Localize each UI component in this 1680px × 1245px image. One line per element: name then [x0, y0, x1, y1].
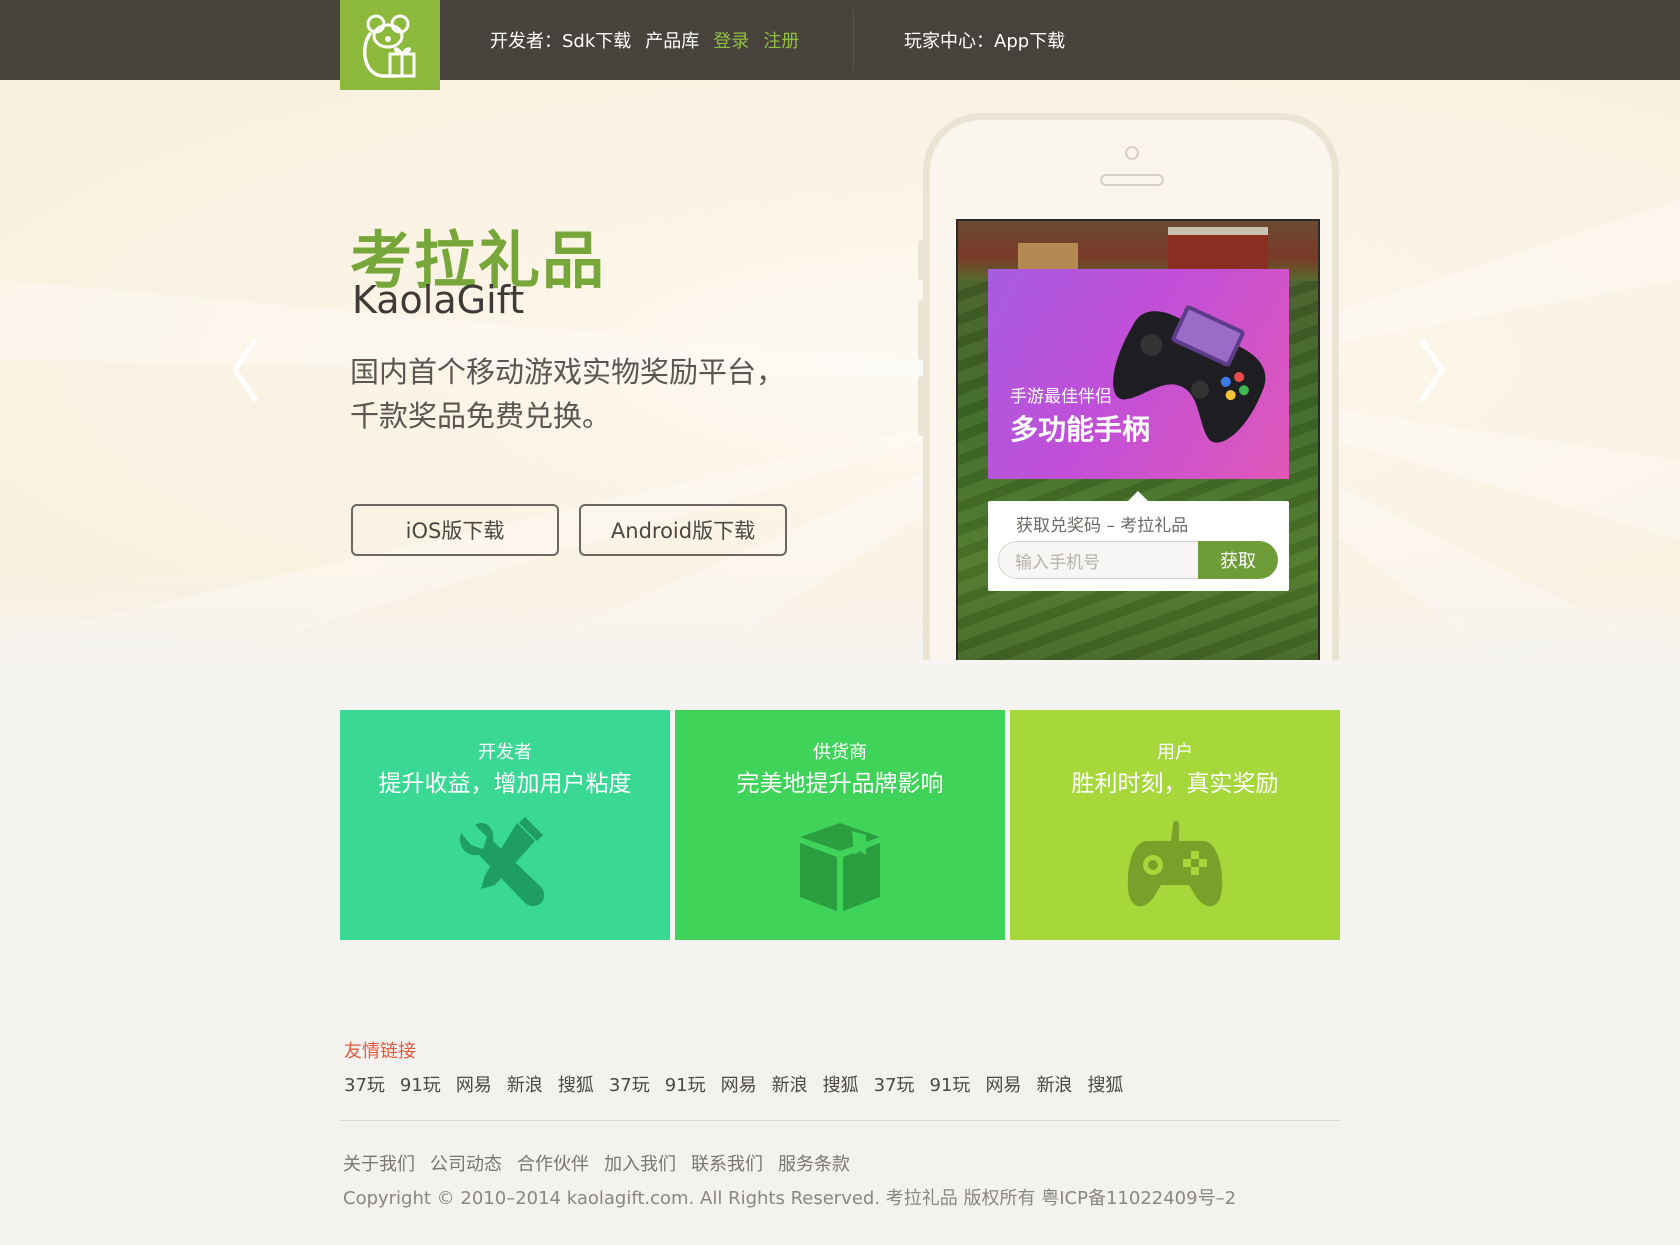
friendly-link[interactable]: 新浪 — [507, 1071, 543, 1097]
promo-banner[interactable]: 手游最佳伴侣 多功能手柄 — [988, 269, 1289, 479]
product-library-link[interactable]: 产品库 — [645, 27, 699, 53]
footer-link-join[interactable]: 加入我们 — [604, 1150, 676, 1176]
friendly-link[interactable]: 网易 — [456, 1071, 492, 1097]
phone-side-button — [918, 300, 924, 360]
phone-speaker — [1100, 174, 1164, 186]
copyright-text: Copyright © 2010–2014 kaolagift.com. All… — [343, 1188, 1237, 1209]
friendly-link[interactable]: 搜狐 — [823, 1071, 859, 1097]
phone-side-button — [918, 240, 924, 280]
footer-nav: 关于我们 公司动态 合作伙伴 加入我们 联系我们 服务条款 — [343, 1150, 865, 1176]
supplier-card[interactable]: 供货商 完美地提升品牌影响 — [675, 710, 1005, 940]
developer-nav: 开发者： Sdk下载 产品库 登录 注册 — [490, 0, 813, 80]
friendly-links-title: 友情链接 — [344, 1041, 416, 1062]
footer-link-terms[interactable]: 服务条款 — [778, 1150, 850, 1176]
gamepad-icon — [1127, 820, 1223, 907]
redeem-code-title: 获取兑奖码 – 考拉礼品 — [1016, 516, 1189, 536]
hero-description: 国内首个移动游戏实物奖励平台， 千款奖品免费兑换。 — [350, 350, 830, 438]
user-card[interactable]: 用户 胜利时刻，真实奖励 — [1010, 710, 1340, 940]
footer-divider — [340, 1120, 1340, 1121]
card-tagline: 提升收益，增加用户粘度 — [378, 771, 632, 797]
redeem-code-form: 获取兑奖码 – 考拉礼品 输入手机号 获取 — [988, 491, 1289, 591]
phone-side-button — [918, 376, 924, 436]
card-tagline: 完美地提升品牌影响 — [736, 771, 944, 797]
friendly-link[interactable]: 搜狐 — [1087, 1071, 1123, 1097]
chevron-left-icon[interactable] — [225, 335, 265, 405]
register-link[interactable]: 注册 — [763, 27, 799, 53]
promo-subtitle: 手游最佳伴侣 — [1010, 387, 1112, 407]
promo-title: 多功能手柄 — [1010, 413, 1151, 446]
friendly-links: 37玩 91玩 网易 新浪 搜狐 37玩 91玩 网易 新浪 搜狐 37玩 91… — [344, 1071, 1138, 1097]
player-nav: 玩家中心： App下载 — [904, 0, 1079, 80]
friendly-link[interactable]: 新浪 — [1036, 1071, 1072, 1097]
friendly-link[interactable]: 91玩 — [665, 1071, 706, 1097]
footer-link-about[interactable]: 关于我们 — [343, 1150, 415, 1176]
friendly-link[interactable]: 新浪 — [772, 1071, 808, 1097]
hero-bottom-fade — [0, 570, 1680, 660]
tools-icon — [459, 817, 544, 906]
player-center-label: 玩家中心： — [904, 31, 994, 52]
hero-title-en: KaolaGift — [352, 278, 525, 322]
top-navigation-bar — [0, 0, 1680, 80]
card-role: 开发者 — [478, 742, 532, 763]
card-role: 供货商 — [813, 742, 867, 763]
friendly-link[interactable]: 网易 — [721, 1071, 757, 1097]
friendly-link[interactable]: 搜狐 — [558, 1071, 594, 1097]
app-download-link[interactable]: App下载 — [994, 27, 1065, 53]
android-download-button[interactable]: Android版下载 — [579, 504, 787, 556]
chevron-right-icon[interactable] — [1412, 335, 1452, 405]
hero-desc-line2: 千款奖品免费兑换。 — [350, 399, 612, 433]
hero-desc-line1: 国内首个移动游戏实物奖励平台， — [350, 355, 786, 389]
friendly-link[interactable]: 网易 — [985, 1071, 1021, 1097]
form-notch — [1128, 491, 1148, 501]
developer-card[interactable]: 开发者 提升收益，增加用户粘度 — [340, 710, 670, 940]
koala-gift-icon — [362, 14, 416, 78]
phone-mockup: 手游最佳伴侣 多功能手柄 获取兑奖码 – 考拉礼品 输入手机号 获取 — [918, 113, 1339, 660]
hero-banner: 考拉礼品 KaolaGift 国内首个移动游戏实物奖励平台， 千款奖品免费兑换。… — [0, 80, 1680, 660]
nav-divider — [853, 10, 854, 70]
friendly-link[interactable]: 37玩 — [344, 1071, 385, 1097]
card-tagline: 胜利时刻，真实奖励 — [1071, 771, 1279, 797]
friendly-link[interactable]: 91玩 — [930, 1071, 971, 1097]
sdk-download-link[interactable]: Sdk下载 — [562, 27, 631, 53]
ios-download-button[interactable]: iOS版下载 — [351, 504, 559, 556]
developer-label: 开发者： — [490, 31, 562, 52]
phone-screen: 手游最佳伴侣 多功能手柄 获取兑奖码 – 考拉礼品 输入手机号 获取 — [956, 219, 1320, 660]
card-role: 用户 — [1157, 742, 1193, 763]
friendly-link[interactable]: 91玩 — [400, 1071, 441, 1097]
friendly-link[interactable]: 37玩 — [609, 1071, 650, 1097]
footer-link-news[interactable]: 公司动态 — [430, 1150, 502, 1176]
get-code-button[interactable]: 获取 — [1198, 541, 1278, 579]
phone-camera — [1125, 146, 1139, 160]
friendly-link[interactable]: 37玩 — [874, 1071, 915, 1097]
footer-link-partners[interactable]: 合作伙伴 — [517, 1150, 589, 1176]
phone-number-input[interactable]: 输入手机号 — [998, 541, 1208, 579]
site-logo[interactable] — [340, 0, 440, 90]
login-link[interactable]: 登录 — [713, 27, 749, 53]
box-icon — [800, 823, 880, 911]
footer-link-contact[interactable]: 联系我们 — [691, 1150, 763, 1176]
